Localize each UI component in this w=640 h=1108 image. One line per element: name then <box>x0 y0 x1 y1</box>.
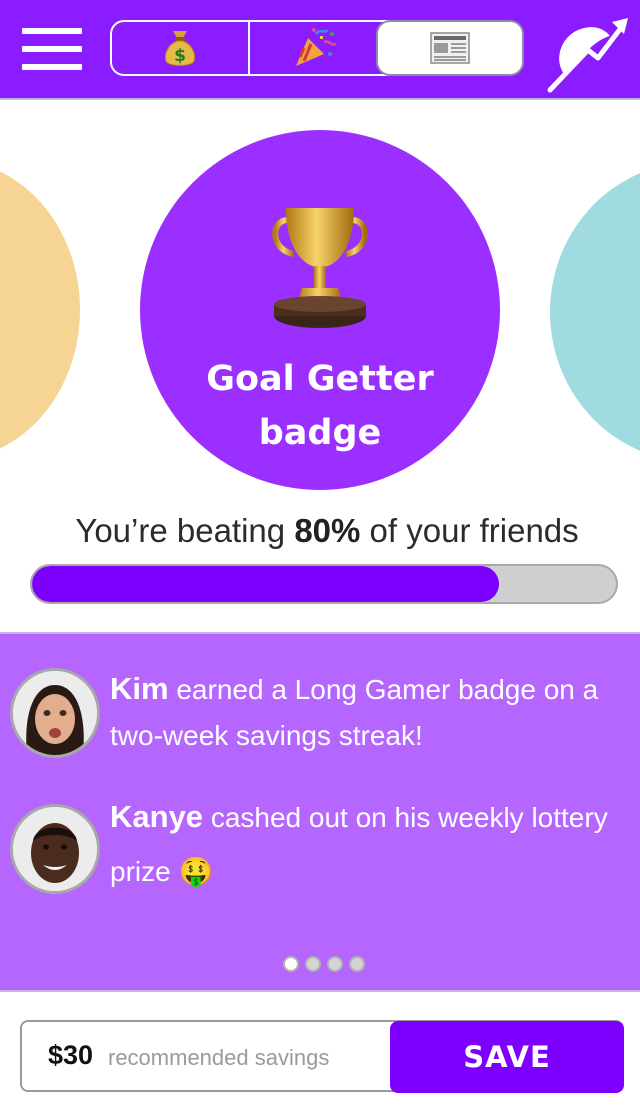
trend-arrow-graphic <box>547 18 628 93</box>
money-mouth-face-icon: 🤑 <box>178 856 214 887</box>
trophy-icon <box>272 208 368 328</box>
friends-comparison-text: You’re beating 80% of your friends <box>22 512 632 550</box>
savings-label: recommended savings <box>108 1045 330 1070</box>
feed-user-name: Kim <box>110 671 169 706</box>
friends-progress-bar <box>30 564 618 604</box>
badge-card[interactable]: Goal Getter badge <box>140 130 500 490</box>
app-screen: $ Goal Getter badge You’re beating 80% o… <box>0 0 640 1108</box>
svg-text:$: $ <box>174 46 186 66</box>
badge-title: Goal Getter badge <box>206 359 434 453</box>
save-button[interactable]: SAVE <box>390 1021 624 1093</box>
avatar[interactable] <box>10 804 100 894</box>
carousel-pagination <box>283 956 365 972</box>
section-switcher: $ <box>110 20 524 76</box>
savings-amount: $30 <box>48 1040 94 1070</box>
hamburger-menu-icon[interactable] <box>22 26 84 72</box>
activity-feed[interactable]: Kim earned a Long Gamer badge on a two-w… <box>0 632 640 992</box>
segment-celebrations[interactable] <box>250 22 378 74</box>
comparison-prefix: You’re beating <box>75 512 295 549</box>
avatar-face-graphic <box>13 807 97 891</box>
segment-news[interactable] <box>376 20 524 76</box>
newspaper-icon <box>430 32 470 64</box>
avatar[interactable] <box>10 668 100 758</box>
pagination-dot[interactable] <box>327 956 343 972</box>
savings-bar: $30 recommended savings SAVE <box>20 1020 624 1093</box>
previous-badge-circle[interactable] <box>0 160 80 460</box>
feed-user-name: Kanye <box>110 799 204 834</box>
pagination-dot[interactable] <box>349 956 365 972</box>
feed-text: Kanye cashed out on his weekly lottery p… <box>110 790 630 899</box>
pagination-dot[interactable] <box>283 956 299 972</box>
segment-savings[interactable]: $ <box>112 22 248 74</box>
party-popper-icon <box>296 28 337 66</box>
rocket-trend-arrow-icon[interactable] <box>544 14 634 94</box>
pagination-dot[interactable] <box>305 956 321 972</box>
comparison-percent: 80% <box>294 512 361 549</box>
feed-message: earned a Long Gamer badge on a two-week … <box>110 674 599 751</box>
progress-bar-fill <box>32 566 500 602</box>
feed-text: Kim earned a Long Gamer badge on a two-w… <box>110 666 630 759</box>
next-badge-circle[interactable] <box>550 162 640 462</box>
top-navigation-bar: $ <box>0 0 640 100</box>
avatar-face-graphic <box>13 671 97 755</box>
money-bag-icon: $ <box>164 31 196 66</box>
comparison-suffix: of your friends <box>360 512 579 549</box>
